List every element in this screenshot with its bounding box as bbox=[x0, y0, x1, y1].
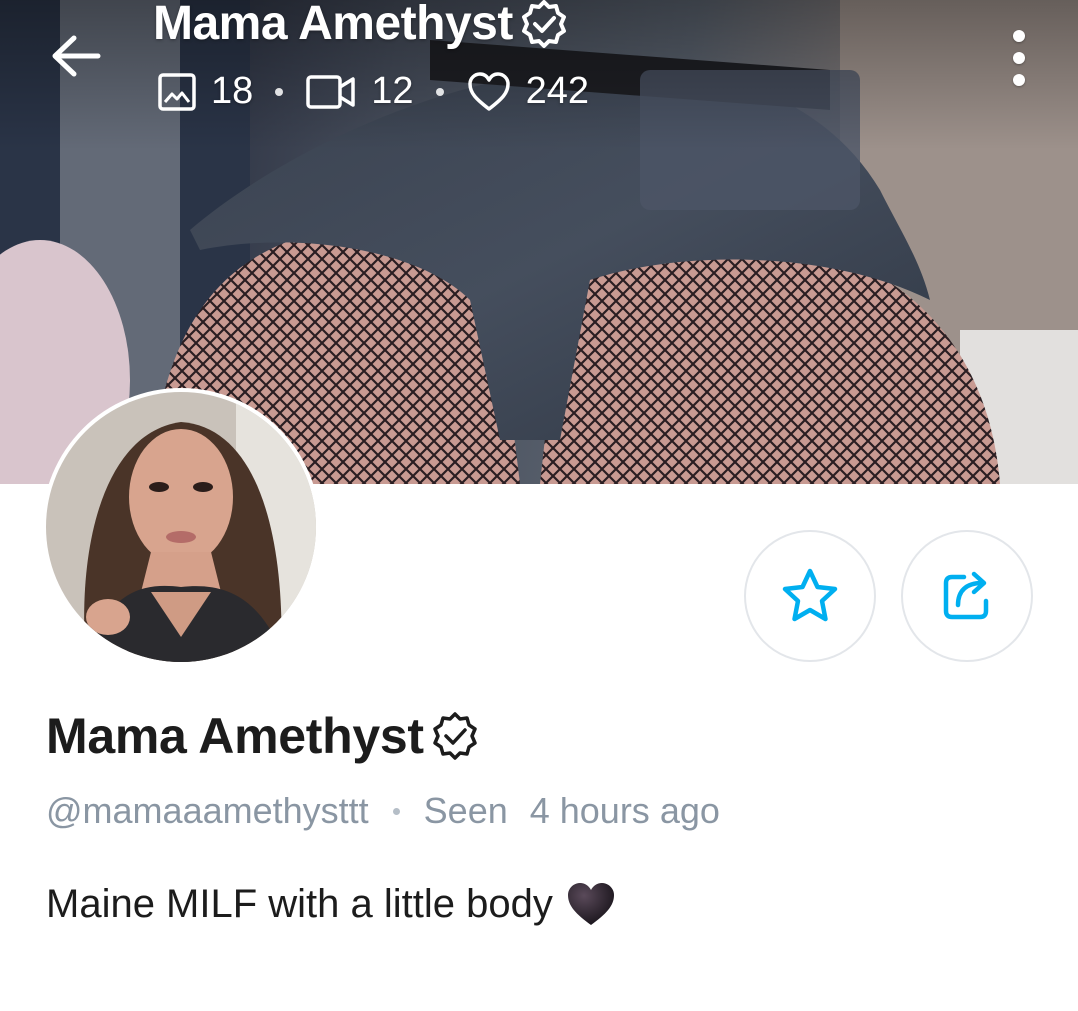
likes-count-value: 242 bbox=[525, 70, 589, 112]
more-vertical-icon bbox=[1013, 30, 1025, 42]
star-icon bbox=[782, 568, 838, 622]
share-icon bbox=[943, 571, 989, 620]
arrow-left-icon bbox=[52, 35, 101, 77]
heart-outline-icon bbox=[466, 71, 512, 113]
cover-stats: 18 12 242 bbox=[157, 70, 589, 113]
video-icon bbox=[305, 72, 357, 112]
bio-text: Maine MILF with a little body bbox=[46, 881, 553, 926]
avatar[interactable] bbox=[42, 388, 320, 666]
black-heart-icon bbox=[565, 880, 617, 928]
verified-badge-icon bbox=[519, 0, 569, 49]
videos-count-value: 12 bbox=[371, 70, 414, 112]
more-vertical-icon-dot bbox=[1013, 52, 1025, 64]
meta-separator bbox=[392, 807, 400, 815]
photos-count-value: 18 bbox=[211, 70, 254, 112]
profile-name-text: Mama Amethyst bbox=[46, 708, 424, 764]
verified-badge-icon bbox=[430, 711, 480, 761]
profile-page: Mama Amethyst 18 12 242 Mama Amethyst @m… bbox=[0, 0, 1078, 1011]
share-button[interactable] bbox=[901, 530, 1033, 662]
username[interactable]: @mamaaamethysttt bbox=[46, 790, 369, 832]
seen-time: 4 hours ago bbox=[529, 790, 720, 831]
cover-title: Mama Amethyst bbox=[153, 0, 569, 51]
avatar-image bbox=[46, 392, 316, 662]
stat-separator bbox=[275, 87, 284, 96]
more-options-button[interactable] bbox=[1002, 30, 1036, 86]
cover-title-text: Mama Amethyst bbox=[153, 0, 513, 50]
back-button[interactable] bbox=[46, 26, 106, 86]
favorite-button[interactable] bbox=[744, 530, 876, 662]
more-vertical-icon-dot bbox=[1013, 74, 1025, 86]
videos-count: 12 bbox=[305, 70, 414, 113]
profile-name: Mama Amethyst bbox=[46, 707, 480, 765]
profile-bio: Maine MILF with a little body bbox=[46, 880, 617, 928]
stat-separator bbox=[435, 87, 444, 96]
profile-meta: @mamaaamethysttt Seen 4 hours ago bbox=[46, 790, 720, 832]
photos-count: 18 bbox=[157, 70, 253, 113]
image-icon bbox=[157, 72, 197, 112]
seen-label: Seen bbox=[423, 790, 508, 831]
likes-count: 242 bbox=[466, 70, 589, 113]
